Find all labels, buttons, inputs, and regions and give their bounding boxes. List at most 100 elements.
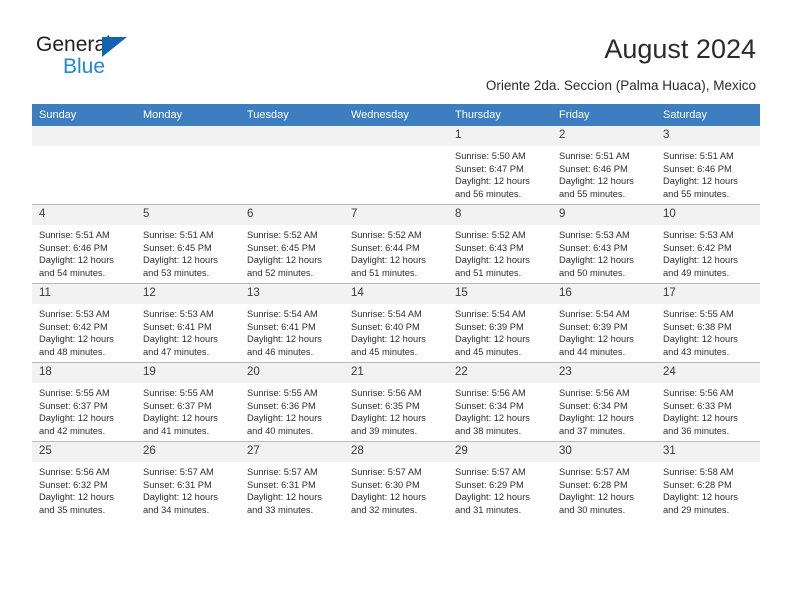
info-sunrise: Sunrise: 5:58 AM [663,467,734,477]
info-sunrise: Sunrise: 5:56 AM [455,388,526,398]
calendar-day-cell[interactable]: 20 Sunrise: 5:55 AM Sunset: 6:36 PM Dayligh… [240,362,344,442]
calendar-day-cell[interactable]: 11 Sunrise: 5:53 AM Sunset: 6:42 PM Dayligh… [32,283,136,363]
calendar-day-cell[interactable]: 24 Sunrise: 5:56 AM Sunset: 6:33 PM Dayligh… [656,362,760,442]
calendar-day-cell[interactable]: 27 Sunrise: 5:57 AM Sunset: 6:31 PM Dayligh… [240,441,344,520]
info-daylight2: and 31 minutes. [455,504,522,515]
info-daylight1: Daylight: 12 hours [39,413,114,424]
page-header: General Blue August 2024 Oriente 2da. Se… [0,0,792,100]
weekday-header-friday: Friday [552,104,656,126]
calendar-day-cell[interactable]: 9 Sunrise: 5:53 AM Sunset: 6:43 PM Daylight… [552,204,656,284]
day-sun-info: Sunrise: 5:56 AM Sunset: 6:34 PM Daylight:… [448,383,552,437]
info-daylight1: Daylight: 12 hours [143,334,218,345]
info-sunrise: Sunrise: 5:54 AM [247,309,318,319]
info-sunset: Sunset: 6:41 PM [143,321,212,332]
day-number: 7 [344,205,448,225]
calendar-day-cell[interactable]: 17 Sunrise: 5:55 AM Sunset: 6:38 PM Dayligh… [656,283,760,363]
info-sunset: Sunset: 6:34 PM [559,400,628,411]
info-sunrise: Sunrise: 5:54 AM [559,309,630,319]
calendar-cell-empty [136,126,240,205]
generalblue-logo[interactable]: General Blue [36,33,216,83]
info-daylight1: Daylight: 12 hours [455,176,530,187]
info-sunrise: Sunrise: 5:55 AM [143,388,214,398]
calendar-header-row: Sunday Monday Tuesday Wednesday Thursday Frid… [32,104,760,126]
calendar-cell-empty [344,126,448,205]
day-number: 17 [656,284,760,304]
calendar-day-cell[interactable]: 5 Sunrise: 5:51 AM Sunset: 6:45 PM Daylight… [136,204,240,284]
info-daylight2: and 32 minutes. [351,504,418,515]
info-daylight1: Daylight: 12 hours [351,492,426,503]
day-number: 15 [448,284,552,304]
day-sun-info: Sunrise: 5:54 AM Sunset: 6:40 PM Daylight:… [344,304,448,358]
calendar-day-cell[interactable]: 4 Sunrise: 5:51 AM Sunset: 6:46 PM Daylight… [32,204,136,284]
info-sunrise: Sunrise: 5:52 AM [455,230,526,240]
weekday-header-saturday: Saturday [656,104,760,126]
info-daylight2: and 45 minutes. [351,346,418,357]
calendar-day-cell[interactable]: 22 Sunrise: 5:56 AM Sunset: 6:34 PM Dayligh… [448,362,552,442]
calendar-day-cell[interactable]: 25 Sunrise: 5:56 AM Sunset: 6:32 PM Dayligh… [32,441,136,520]
day-number [32,126,136,146]
day-number: 4 [32,205,136,225]
info-sunset: Sunset: 6:45 PM [143,242,212,253]
calendar-day-cell[interactable]: 1 Sunrise: 5:50 AM Sunset: 6:47 PM Daylight… [448,126,552,205]
info-sunset: Sunset: 6:46 PM [559,163,628,174]
info-daylight2: and 38 minutes. [455,425,522,436]
day-number: 2 [552,126,656,146]
info-daylight1: Daylight: 12 hours [247,255,322,266]
weekday-header-tuesday: Tuesday [240,104,344,126]
info-daylight2: and 44 minutes. [559,346,626,357]
info-sunset: Sunset: 6:44 PM [351,242,420,253]
info-sunset: Sunset: 6:38 PM [663,321,732,332]
calendar-day-cell[interactable]: 18 Sunrise: 5:55 AM Sunset: 6:37 PM Dayligh… [32,362,136,442]
day-sun-info: Sunrise: 5:51 AM Sunset: 6:46 PM Daylight:… [656,146,760,200]
calendar-day-cell[interactable]: 26 Sunrise: 5:57 AM Sunset: 6:31 PM Dayligh… [136,441,240,520]
info-daylight1: Daylight: 12 hours [247,413,322,424]
calendar-day-cell[interactable]: 21 Sunrise: 5:56 AM Sunset: 6:35 PM Dayligh… [344,362,448,442]
day-sun-info: Sunrise: 5:53 AM Sunset: 6:42 PM Daylight:… [32,304,136,358]
info-sunrise: Sunrise: 5:57 AM [351,467,422,477]
calendar-day-cell[interactable]: 2 Sunrise: 5:51 AM Sunset: 6:46 PM Daylight… [552,126,656,205]
info-sunset: Sunset: 6:33 PM [663,400,732,411]
info-daylight2: and 51 minutes. [455,267,522,278]
calendar-day-cell[interactable]: 10 Sunrise: 5:53 AM Sunset: 6:42 PM Dayligh… [656,204,760,284]
calendar-day-cell[interactable]: 13 Sunrise: 5:54 AM Sunset: 6:41 PM Dayligh… [240,283,344,363]
info-daylight2: and 33 minutes. [247,504,314,515]
calendar-day-cell[interactable]: 31 Sunrise: 5:58 AM Sunset: 6:28 PM Dayligh… [656,441,760,520]
info-daylight1: Daylight: 12 hours [455,492,530,503]
calendar-day-cell[interactable]: 7 Sunrise: 5:52 AM Sunset: 6:44 PM Daylight… [344,204,448,284]
info-daylight2: and 34 minutes. [143,504,210,515]
day-sun-info: Sunrise: 5:57 AM Sunset: 6:29 PM Daylight:… [448,462,552,516]
info-daylight2: and 51 minutes. [351,267,418,278]
day-sun-info: Sunrise: 5:56 AM Sunset: 6:33 PM Daylight:… [656,383,760,437]
calendar-day-cell[interactable]: 6 Sunrise: 5:52 AM Sunset: 6:45 PM Daylight… [240,204,344,284]
info-daylight1: Daylight: 12 hours [559,413,634,424]
calendar-day-cell[interactable]: 30 Sunrise: 5:57 AM Sunset: 6:28 PM Dayligh… [552,441,656,520]
info-daylight1: Daylight: 12 hours [559,176,634,187]
calendar-day-cell[interactable]: 8 Sunrise: 5:52 AM Sunset: 6:43 PM Daylight… [448,204,552,284]
calendar-day-cell[interactable]: 16 Sunrise: 5:54 AM Sunset: 6:39 PM Dayligh… [552,283,656,363]
weekday-header: Sunday Monday Tuesday Wednesday Thursday Frid… [32,104,760,126]
info-daylight1: Daylight: 12 hours [247,334,322,345]
calendar-day-cell[interactable]: 15 Sunrise: 5:54 AM Sunset: 6:39 PM Dayligh… [448,283,552,363]
info-sunrise: Sunrise: 5:53 AM [143,309,214,319]
calendar-day-cell[interactable]: 14 Sunrise: 5:54 AM Sunset: 6:40 PM Dayligh… [344,283,448,363]
calendar-day-cell[interactable]: 19 Sunrise: 5:55 AM Sunset: 6:37 PM Dayligh… [136,362,240,442]
info-daylight2: and 42 minutes. [39,425,106,436]
info-daylight2: and 41 minutes. [143,425,210,436]
info-sunset: Sunset: 6:34 PM [455,400,524,411]
info-sunrise: Sunrise: 5:55 AM [39,388,110,398]
info-sunset: Sunset: 6:45 PM [247,242,316,253]
calendar-day-cell[interactable]: 29 Sunrise: 5:57 AM Sunset: 6:29 PM Dayligh… [448,441,552,520]
day-number: 13 [240,284,344,304]
day-sun-info: Sunrise: 5:55 AM Sunset: 6:37 PM Daylight:… [136,383,240,437]
info-sunrise: Sunrise: 5:53 AM [39,309,110,319]
calendar-day-cell[interactable]: 28 Sunrise: 5:57 AM Sunset: 6:30 PM Dayligh… [344,441,448,520]
info-sunset: Sunset: 6:35 PM [351,400,420,411]
day-sun-info: Sunrise: 5:56 AM Sunset: 6:32 PM Daylight:… [32,462,136,516]
day-number: 22 [448,363,552,383]
day-number: 27 [240,442,344,462]
info-daylight2: and 55 minutes. [663,188,730,199]
day-number: 19 [136,363,240,383]
calendar-day-cell[interactable]: 23 Sunrise: 5:56 AM Sunset: 6:34 PM Dayligh… [552,362,656,442]
calendar-day-cell[interactable]: 12 Sunrise: 5:53 AM Sunset: 6:41 PM Dayligh… [136,283,240,363]
calendar-day-cell[interactable]: 3 Sunrise: 5:51 AM Sunset: 6:46 PM Daylight… [656,126,760,205]
